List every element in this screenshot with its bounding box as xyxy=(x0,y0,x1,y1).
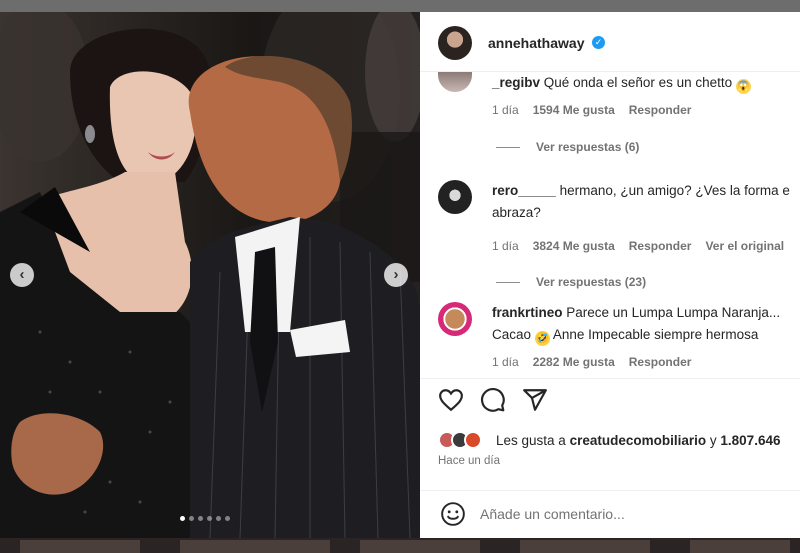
share-icon[interactable] xyxy=(522,387,548,413)
verified-badge-icon: ✓ xyxy=(592,36,605,49)
reply-button[interactable]: Responder xyxy=(629,239,692,253)
comment-body: Qué onda el señor es un chetto xyxy=(543,75,733,90)
comment-meta: 1 día 2282 Me gusta Responder xyxy=(492,355,691,369)
likes-summary: Les gusta a creatudecomobiliario y 1.807… xyxy=(438,429,800,453)
comment-likes[interactable]: 2282 Me gusta xyxy=(533,355,615,369)
liker-username[interactable]: creatudecomobiliario xyxy=(570,433,707,448)
heart-icon[interactable] xyxy=(438,387,464,413)
author-username[interactable]: annehathaway xyxy=(488,35,584,51)
comment-text: _regibv Qué onda el señor es un chetto 😱 xyxy=(492,72,751,94)
likes-prefix: Les gusta a xyxy=(496,433,566,448)
comment-meta: 1 día 1594 Me gusta Responder xyxy=(492,103,691,117)
comment-input[interactable] xyxy=(480,499,780,529)
comment-text-cont: Cacao 🤣 Anne Impecable siempre hermosa xyxy=(492,324,758,346)
photo-illustration xyxy=(0,12,420,538)
thumbnail-strip-item xyxy=(690,540,790,553)
comment-time: 1 día xyxy=(492,355,519,369)
carousel-dot xyxy=(198,516,203,521)
comment-time: 1 día xyxy=(492,239,519,253)
reply-button[interactable]: Responder xyxy=(629,103,692,117)
likes-count[interactable]: 1.807.646 xyxy=(720,433,780,448)
carousel-next-button[interactable]: › xyxy=(384,263,408,287)
comment-username[interactable]: rero_____ xyxy=(492,183,556,198)
comment-username[interactable]: _regibv xyxy=(492,75,540,90)
thumbnail-strip-item xyxy=(360,540,480,553)
comment-avatar[interactable] xyxy=(438,180,472,214)
carousel-dot xyxy=(225,516,230,521)
thumbnail-strip-item xyxy=(520,540,650,553)
likes-connector: y xyxy=(709,433,717,448)
carousel-dot xyxy=(207,516,212,521)
comment-icon[interactable] xyxy=(480,387,506,413)
comment-avatar[interactable] xyxy=(438,72,472,92)
comment-item: rero_____ hermano, ¿un amigo? ¿Ves la fo… xyxy=(420,180,800,290)
post-side-panel: annehathaway ✓ _regibv Qué onda el señor… xyxy=(420,12,800,538)
rolling-laughing-emoji-icon: 🤣 xyxy=(534,331,550,346)
view-replies-button[interactable]: Ver respuestas (6) xyxy=(496,140,639,154)
comment-text-cont: abraza? xyxy=(492,202,541,224)
comment-body: hermano, ¿un amigo? ¿Ves la forma e xyxy=(559,183,790,198)
see-original-button[interactable]: Ver el original xyxy=(705,239,784,253)
comment-body: Parece un Lumpa Lumpa Naranja... xyxy=(566,305,781,320)
view-replies-button[interactable]: Ver respuestas (23) xyxy=(496,275,646,289)
view-replies-label: Ver respuestas (23) xyxy=(536,275,647,289)
carousel-dot xyxy=(216,516,221,521)
likes-text: Les gusta a creatudecomobiliario y 1.807… xyxy=(496,433,780,448)
post-header: annehathaway ✓ xyxy=(420,12,800,72)
instagram-post-viewer: ‹ › annehathaway ✓ _regibv Qué onda el s… xyxy=(0,0,800,553)
screaming-face-emoji-icon: 😱 xyxy=(735,79,751,94)
add-comment-bar xyxy=(420,490,800,538)
comment-text: rero_____ hermano, ¿un amigo? ¿Ves la fo… xyxy=(492,180,790,202)
browser-top-strip xyxy=(0,0,800,12)
thumbnail-strip-item xyxy=(180,540,330,553)
browser-bottom-strip xyxy=(0,538,800,553)
thumbnail-strip-item xyxy=(20,540,140,553)
post-time: Hace un día xyxy=(438,455,501,467)
comment-likes[interactable]: 3824 Me gusta xyxy=(533,239,615,253)
carousel-indicator xyxy=(180,516,230,521)
liker-avatar xyxy=(464,431,482,449)
carousel-prev-button[interactable]: ‹ xyxy=(10,263,34,287)
comment-meta: 1 día 3824 Me gusta Responder Ver el ori… xyxy=(492,239,784,253)
comment-avatar[interactable] xyxy=(438,302,472,336)
carousel-dot xyxy=(180,516,185,521)
replies-line xyxy=(496,147,520,149)
reply-button[interactable]: Responder xyxy=(629,355,692,369)
comment-body-cont: Anne Impecable siempre hermosa xyxy=(552,327,759,342)
comment-body-cont: abraza? xyxy=(492,205,541,220)
post-actions-bar xyxy=(420,378,800,422)
carousel-dot xyxy=(189,516,194,521)
comment-body-cont: Cacao xyxy=(492,327,532,342)
post-photo[interactable]: ‹ › xyxy=(0,12,420,538)
comment-item: frankrtineo Parece un Lumpa Lumpa Naranj… xyxy=(420,302,800,372)
comment-item: _regibv Qué onda el señor es un chetto 😱… xyxy=(420,72,800,172)
replies-line xyxy=(496,282,520,284)
comment-text: frankrtineo Parece un Lumpa Lumpa Naranj… xyxy=(492,302,780,324)
view-replies-label: Ver respuestas (6) xyxy=(536,140,640,154)
comment-likes[interactable]: 1594 Me gusta xyxy=(533,103,615,117)
comment-time: 1 día xyxy=(492,103,519,117)
emoji-picker-icon[interactable] xyxy=(440,501,466,527)
comment-username[interactable]: frankrtineo xyxy=(492,305,563,320)
author-avatar[interactable] xyxy=(438,26,472,60)
